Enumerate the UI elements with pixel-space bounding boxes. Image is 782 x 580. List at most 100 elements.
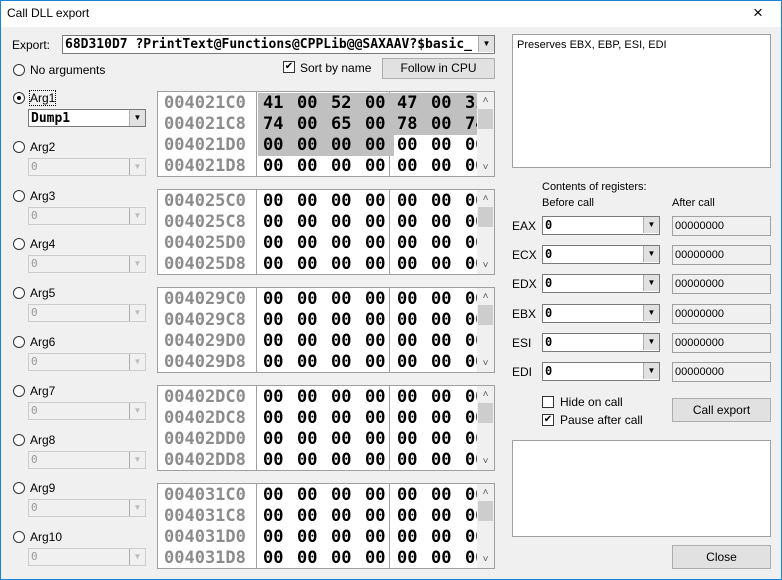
dump-pane-1[interactable]: 004021C04100520047003100004021C874006500…: [157, 91, 495, 177]
dump-pane-3[interactable]: 004029C00000000000000000004029C800000000…: [157, 287, 495, 373]
scroll-thumb[interactable]: [478, 207, 493, 227]
hex-byte: 00: [331, 506, 352, 526]
scrollbar[interactable]: ˄ ˅: [477, 190, 494, 274]
arg5-combo[interactable]: 0 ▼: [28, 304, 146, 323]
scroll-down-icon[interactable]: ˅: [477, 159, 494, 176]
arg7-radio[interactable]: [13, 384, 25, 397]
chevron-down-icon[interactable]: ▼: [129, 354, 145, 370]
register-name: EBX: [512, 306, 537, 321]
chevron-down-icon[interactable]: ▼: [129, 500, 145, 517]
hex-byte: 00: [494, 450, 495, 471]
hex-byte: 00: [297, 254, 318, 274]
register-edi-before-combo[interactable]: 0 ▼: [542, 362, 660, 381]
arg2-value: 0: [31, 159, 38, 173]
scroll-up-icon[interactable]: ˄: [477, 190, 494, 207]
chevron-down-icon[interactable]: ▼: [129, 256, 145, 273]
dump-pane-5[interactable]: 004031C00000000000000000004031C800000000…: [157, 483, 495, 569]
arg9-combo[interactable]: 0 ▼: [28, 499, 146, 518]
address: 004021D8: [164, 156, 246, 176]
arg10-radio[interactable]: [13, 531, 25, 544]
scroll-thumb[interactable]: [478, 305, 493, 325]
chevron-down-icon[interactable]: ▼: [643, 246, 659, 263]
address: 004031D0: [164, 527, 246, 547]
export-combo[interactable]: 68D310D7 ?PrintText@Functions@CPPLib@@SA…: [62, 35, 495, 54]
arg2-combo[interactable]: 0 ▼: [28, 157, 146, 176]
hex-byte: 00: [258, 135, 292, 156]
register-name: ESI: [512, 335, 532, 350]
hex-byte: 00: [263, 450, 284, 470]
no-arguments-radio[interactable]: [13, 64, 25, 76]
pause-after-call-checkbox[interactable]: ✔: [542, 414, 554, 426]
scrollbar[interactable]: ˄ ˅: [477, 288, 494, 372]
arg9-radio[interactable]: [13, 482, 25, 495]
arg10-combo[interactable]: 0 ▼: [28, 548, 146, 567]
arg7-combo[interactable]: 0 ▼: [28, 401, 146, 420]
follow-in-cpu-button[interactable]: Follow in CPU: [382, 58, 495, 79]
register-esi-before-combo[interactable]: 0 ▼: [542, 332, 660, 352]
scrollbar[interactable]: ˄ ˅: [477, 386, 494, 470]
register-ecx-before-combo[interactable]: 0 ▼: [542, 245, 660, 265]
close-button[interactable]: Close: [672, 545, 771, 569]
scroll-down-icon[interactable]: ˅: [477, 355, 494, 372]
scroll-down-icon[interactable]: ˅: [477, 453, 494, 470]
scroll-thumb[interactable]: [478, 403, 493, 423]
chevron-down-icon[interactable]: ▼: [478, 36, 494, 52]
register-edx-before-combo[interactable]: 0 ▼: [542, 274, 660, 294]
hex-byte: 00: [431, 254, 452, 274]
hide-on-call-checkbox[interactable]: [542, 396, 554, 408]
chevron-down-icon[interactable]: ▼: [643, 275, 659, 292]
hex-byte: 00: [494, 135, 495, 156]
register-eax-before-combo[interactable]: 0 ▼: [542, 216, 660, 235]
scroll-thumb[interactable]: [478, 501, 493, 521]
arg8-radio[interactable]: [13, 433, 25, 446]
arg4-radio[interactable]: [13, 238, 25, 251]
hex-byte: 00: [431, 233, 452, 253]
arg8-combo[interactable]: 0 ▼: [28, 450, 146, 469]
arg2-radio[interactable]: [13, 140, 25, 153]
scroll-down-icon[interactable]: ˅: [477, 551, 494, 568]
address: 004031C0: [164, 485, 246, 505]
arg1-combo[interactable]: Dump1 ▼: [28, 109, 146, 127]
chevron-down-icon[interactable]: ▼: [643, 333, 659, 350]
chevron-down-icon[interactable]: ▼: [643, 217, 659, 233]
chevron-down-icon[interactable]: ▼: [129, 207, 145, 224]
hex-byte: 00: [494, 254, 495, 275]
chevron-down-icon[interactable]: ▼: [129, 305, 145, 322]
scroll-down-icon[interactable]: ˅: [477, 257, 494, 274]
scroll-up-icon[interactable]: ˄: [477, 92, 494, 109]
arg5-radio[interactable]: [13, 287, 25, 300]
hex-byte: 41: [258, 93, 292, 114]
hex-byte: 00: [397, 352, 418, 372]
call-export-button[interactable]: Call export: [672, 398, 771, 422]
chevron-down-icon[interactable]: ▼: [129, 158, 145, 175]
registers-heading: Contents of registers:: [542, 181, 647, 193]
scroll-up-icon[interactable]: ˄: [477, 288, 494, 305]
dump-pane-4[interactable]: 00402DC0000000000000000000402DC800000000…: [157, 385, 495, 471]
chevron-down-icon[interactable]: ▼: [129, 549, 145, 566]
scroll-thumb[interactable]: [478, 109, 493, 129]
arg1-radio[interactable]: [13, 92, 25, 104]
chevron-down-icon[interactable]: ▼: [643, 363, 659, 379]
scrollbar[interactable]: ˄ ˅: [477, 484, 494, 568]
hex-byte: 00: [292, 114, 326, 135]
arg3-combo[interactable]: 0 ▼: [28, 206, 146, 225]
hex-byte: 00: [494, 429, 495, 450]
chevron-down-icon[interactable]: ▼: [129, 451, 145, 468]
arg3-radio[interactable]: [13, 189, 25, 202]
hex-byte: 00: [397, 506, 418, 526]
hex-byte: 00: [431, 527, 452, 547]
close-icon[interactable]: ×: [743, 3, 773, 23]
scroll-up-icon[interactable]: ˄: [477, 386, 494, 403]
dump-pane-2[interactable]: 004025C00000000000000000004025C800000000…: [157, 189, 495, 275]
chevron-down-icon[interactable]: ▼: [129, 110, 145, 126]
chevron-down-icon[interactable]: ▼: [643, 304, 659, 321]
scrollbar[interactable]: ˄ ˅: [477, 92, 494, 176]
arg4-combo[interactable]: 0 ▼: [28, 255, 146, 274]
register-ebx-before-combo[interactable]: 0 ▼: [542, 303, 660, 323]
arg6-combo[interactable]: 0 ▼: [28, 353, 146, 371]
arg6-radio[interactable]: [13, 336, 25, 348]
address: 004029C0: [164, 289, 246, 309]
sort-by-name-checkbox[interactable]: ✔: [283, 61, 295, 73]
chevron-down-icon[interactable]: ▼: [129, 402, 145, 419]
scroll-up-icon[interactable]: ˄: [477, 484, 494, 501]
